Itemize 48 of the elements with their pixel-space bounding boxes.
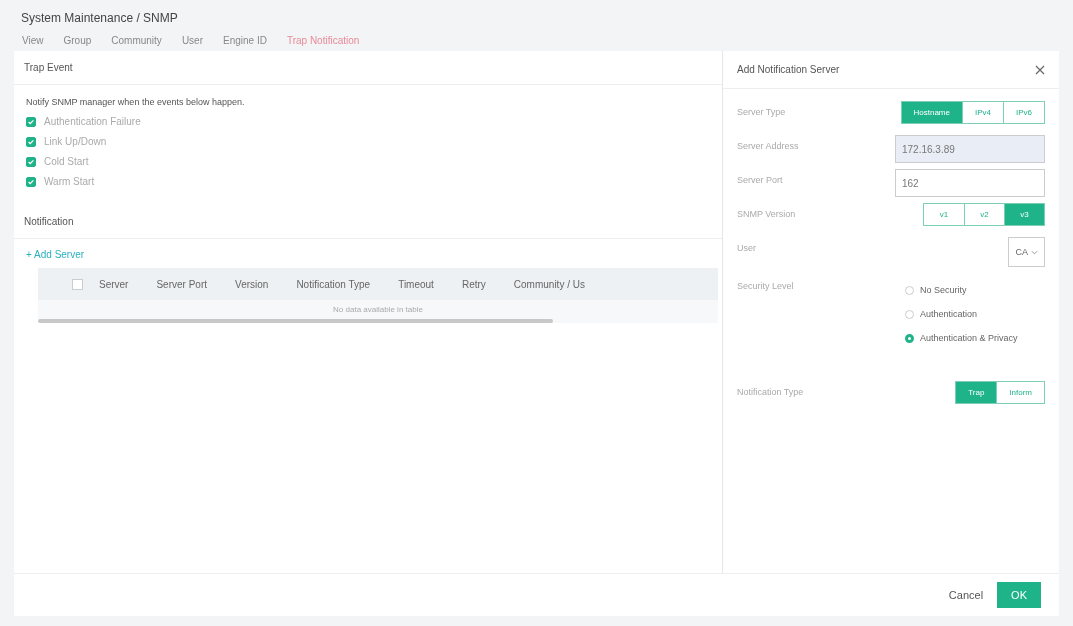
description-text: Notify SNMP manager when the events below happen. [26,97,246,107]
column-header[interactable]: Server Port [156,278,208,290]
dialog-title: Add Notification Server [737,64,840,75]
section-title: Notification [14,205,722,239]
column-header[interactable]: Retry [461,278,486,290]
ok-button[interactable]: OK [997,582,1041,608]
checkbox[interactable] [26,116,36,127]
checkbox-label: Warm Start [44,176,95,187]
checkbox[interactable] [26,156,36,167]
add-server-link[interactable]: + Add Server [26,249,85,260]
field-label: Server Address [737,140,799,151]
tab[interactable]: User [173,35,211,54]
radio-label: Authentication [920,309,978,319]
close-icon[interactable] [1035,64,1045,75]
segment-button[interactable]: v3 [1004,204,1044,225]
field-label: Security Level [737,280,794,291]
checkbox[interactable] [26,136,36,147]
column-header[interactable]: Timeout [398,278,434,290]
tab[interactable]: Community [103,35,170,54]
column-header[interactable]: Community / Us [513,278,585,290]
tab[interactable]: View [14,35,52,54]
segment-button[interactable]: Trap [956,382,997,403]
horizontal-scrollbar[interactable] [38,319,553,323]
column-header[interactable]: Notification Type [296,278,371,290]
segment-button[interactable]: Hostname [901,102,962,123]
checkbox-label: Authentication Failure [44,116,141,127]
radio-label: Authentication & Privacy [920,333,1018,343]
breadcrumb: System Maintenance / SNMP [20,11,179,25]
field-label: SNMP Version [737,208,796,219]
chevron-down-icon [1031,249,1038,255]
field-label: Server Type [737,106,786,117]
section-title: Trap Event [14,51,722,85]
radio-button[interactable] [905,333,914,343]
checkbox-label: Link Up/Down [44,136,107,147]
field-label: Server Port [737,174,783,185]
select-all-checkbox[interactable] [72,278,83,290]
column-header[interactable]: Server [99,278,129,290]
radio-label: No Security [920,285,967,295]
empty-table-message: No data available in table [333,305,423,314]
text-field[interactable]: 162 [895,169,1045,197]
field-label: Notification Type [737,386,804,397]
checkbox[interactable] [26,176,36,187]
field-label: User [737,242,756,253]
checkbox-label: Cold Start [44,156,89,167]
column-header[interactable]: Version [235,278,269,290]
user-dropdown[interactable]: CA [1008,237,1045,267]
tab[interactable]: Group [55,35,100,54]
tab[interactable]: Engine ID [215,35,275,54]
